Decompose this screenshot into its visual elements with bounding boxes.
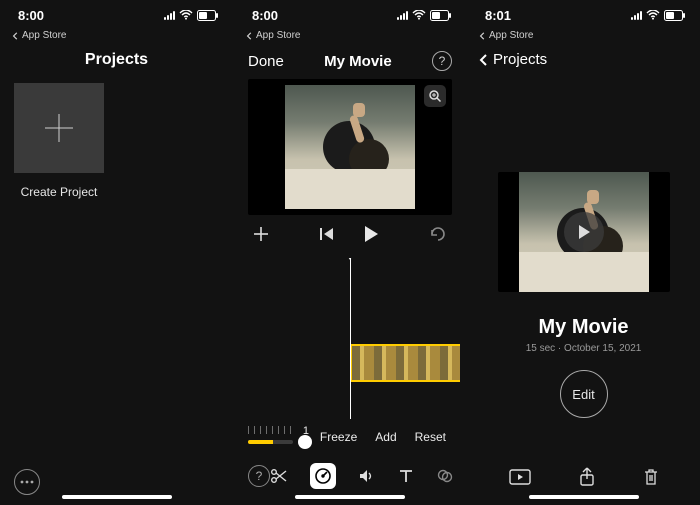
zoom-icon xyxy=(428,89,442,103)
screen-projects: 8:00 App Store Projects Create Project xyxy=(0,0,233,505)
timeline-clip[interactable] xyxy=(350,344,460,382)
detail-body: My Movie 15 sec · October 15, 2021 Edit xyxy=(467,78,700,457)
wifi-icon xyxy=(412,10,426,20)
back-to-app[interactable]: App Store xyxy=(467,30,700,47)
editor-header: Done My Movie ? xyxy=(234,47,466,79)
speed-control-row: 1 x Freeze Add Reset xyxy=(234,419,466,455)
speed-icon xyxy=(314,467,332,485)
create-project-button[interactable] xyxy=(14,83,104,173)
undo-button[interactable] xyxy=(428,227,448,246)
cut-button[interactable] xyxy=(270,467,288,485)
screen-detail: 8:01 App Store Projects My Movie 15 sec … xyxy=(466,0,700,505)
delete-button[interactable] xyxy=(643,468,659,486)
volume-icon xyxy=(358,467,376,485)
screen-editor: 8:00 App Store Done My Movie ? 14.3s xyxy=(233,0,466,505)
status-right xyxy=(397,10,452,21)
filters-button[interactable] xyxy=(436,467,454,485)
battery-icon xyxy=(664,10,686,21)
status-bar: 8:01 xyxy=(467,0,700,30)
chevron-left-icon xyxy=(477,53,491,67)
edit-button[interactable]: Edit xyxy=(560,370,608,418)
movie-title: My Movie xyxy=(324,53,392,70)
titles-button[interactable] xyxy=(398,468,414,484)
trash-icon xyxy=(643,468,659,486)
back-to-app[interactable]: App Store xyxy=(234,30,466,47)
battery-icon xyxy=(430,10,452,21)
wifi-icon xyxy=(646,10,660,20)
skip-back-button[interactable] xyxy=(319,227,335,246)
back-to-app-label: App Store xyxy=(489,30,533,41)
edit-label: Edit xyxy=(572,387,594,402)
back-label: Projects xyxy=(493,51,547,68)
share-button[interactable] xyxy=(579,467,595,487)
speed-tool-button[interactable] xyxy=(310,463,336,489)
plus-icon xyxy=(252,225,270,243)
play-overlay[interactable] xyxy=(498,172,670,292)
reset-button[interactable]: Reset xyxy=(415,430,446,444)
add-media-button[interactable] xyxy=(252,225,270,248)
play-icon xyxy=(576,223,592,241)
back-to-app-label: App Store xyxy=(256,30,300,41)
skip-back-icon xyxy=(319,227,335,241)
status-right xyxy=(164,10,219,21)
movie-thumbnail[interactable] xyxy=(498,172,670,292)
help-button[interactable]: ? xyxy=(248,465,270,487)
play-icon xyxy=(363,225,379,243)
help-button[interactable]: ? xyxy=(432,51,452,71)
preview-frame xyxy=(285,85,415,209)
play-button[interactable] xyxy=(363,225,379,248)
undo-icon xyxy=(428,227,448,241)
status-bar: 8:00 xyxy=(0,0,233,30)
text-icon xyxy=(398,468,414,484)
transport-bar xyxy=(234,215,466,258)
preview-viewer: 14.3s xyxy=(248,79,452,215)
cellular-icon xyxy=(164,10,175,20)
filter-icon xyxy=(436,467,454,485)
movie-title: My Movie xyxy=(538,316,628,339)
cellular-icon xyxy=(397,10,408,20)
play-boxed-icon xyxy=(509,469,531,485)
freeze-button[interactable]: Freeze xyxy=(320,430,357,444)
scissors-icon xyxy=(270,467,288,485)
back-to-app[interactable]: App Store xyxy=(0,30,233,47)
cellular-icon xyxy=(631,10,642,20)
battery-icon xyxy=(197,10,219,21)
status-bar: 8:00 xyxy=(234,0,466,30)
back-to-app-label: App Store xyxy=(22,30,66,41)
page-title: Projects xyxy=(0,47,233,83)
more-button[interactable] xyxy=(14,469,40,495)
home-indicator[interactable] xyxy=(62,495,172,499)
create-project-label: Create Project xyxy=(14,185,104,199)
done-button[interactable]: Done xyxy=(248,53,284,70)
status-time: 8:00 xyxy=(18,8,44,23)
play-project-button[interactable] xyxy=(509,469,531,485)
volume-button[interactable] xyxy=(358,467,376,485)
home-indicator[interactable] xyxy=(529,495,639,499)
slider-knob[interactable] xyxy=(298,435,312,449)
share-icon xyxy=(579,467,595,487)
status-time: 8:00 xyxy=(252,8,278,23)
status-right xyxy=(631,10,686,21)
movie-subtitle: 15 sec · October 15, 2021 xyxy=(526,343,642,354)
speed-slider[interactable] xyxy=(248,426,293,448)
timeline[interactable] xyxy=(234,258,466,419)
more-icon xyxy=(20,480,34,484)
back-projects-button[interactable]: Projects xyxy=(467,47,700,78)
add-button[interactable]: Add xyxy=(375,430,396,444)
zoom-button[interactable] xyxy=(424,85,446,107)
plus-icon xyxy=(41,110,77,146)
status-time: 8:01 xyxy=(485,8,511,23)
projects-body: Create Project xyxy=(0,83,233,459)
home-indicator[interactable] xyxy=(295,495,405,499)
playhead[interactable] xyxy=(350,258,351,419)
wifi-icon xyxy=(179,10,193,20)
